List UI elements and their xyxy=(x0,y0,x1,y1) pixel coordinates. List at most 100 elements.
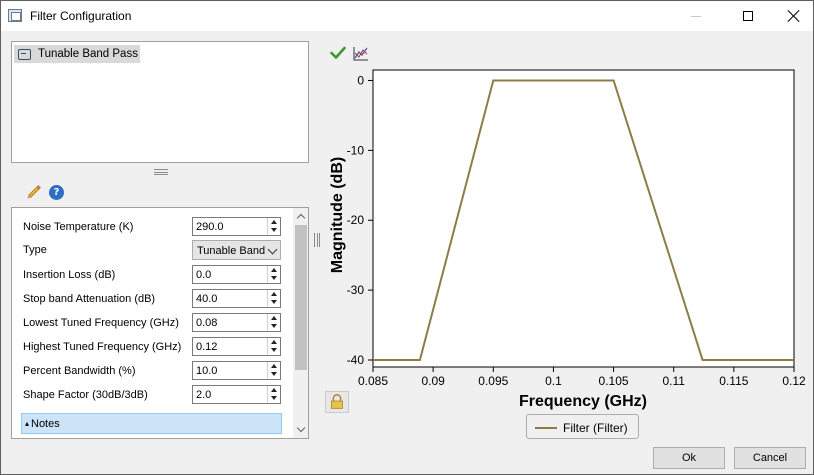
y-tick-label: -10 xyxy=(347,143,365,157)
x-tick-label: 0.085 xyxy=(358,374,388,388)
percent-bandwidth-spinbox[interactable]: 10.0 xyxy=(192,361,281,380)
close-icon xyxy=(787,9,801,23)
scroll-up-button[interactable] xyxy=(293,208,308,224)
property-label: Noise Temperature (K) xyxy=(23,221,134,233)
lowest-tuned-frequency-spinbox[interactable]: 0.08 xyxy=(192,313,281,332)
spin-down-button[interactable] xyxy=(268,274,280,282)
plot-area xyxy=(372,69,795,368)
properties-scrollbar[interactable] xyxy=(293,208,308,438)
filter-list-item-tunable-band-pass[interactable]: Tunable Band Pass xyxy=(14,45,140,63)
filter-list-item-label: Tunable Band Pass xyxy=(38,48,138,60)
shape-factor-spinbox[interactable]: 2.0 xyxy=(192,385,281,404)
spinbox-value: 40.0 xyxy=(196,293,218,305)
spinbox-arrows xyxy=(267,266,280,283)
property-label: Shape Factor (30dB/3dB) xyxy=(23,389,148,401)
minimize-button[interactable] xyxy=(673,1,719,31)
spinbox-arrows xyxy=(267,314,280,331)
property-row-stop-band-attenuation: Stop band Attenuation (dB) 40.0 xyxy=(12,289,294,309)
spin-down-button[interactable] xyxy=(268,226,280,234)
maximize-icon xyxy=(743,11,753,21)
vertical-splitter-handle[interactable] xyxy=(314,233,320,247)
insertion-loss-spinbox[interactable]: 0.0 xyxy=(192,265,281,284)
chart-settings-icon[interactable] xyxy=(352,45,370,62)
close-button[interactable] xyxy=(771,1,814,31)
arrow-down-icon xyxy=(271,372,277,376)
filter-configuration-dialog: Filter Configuration Tunable Band Pass ?… xyxy=(0,0,814,475)
property-row-shape-factor: Shape Factor (30dB/3dB) 2.0 xyxy=(12,385,294,405)
spin-up-button[interactable] xyxy=(268,386,280,394)
notes-section-toggle[interactable]: ▴ Notes xyxy=(21,413,282,434)
noise-temperature-spinbox[interactable]: 290.0 xyxy=(192,217,281,236)
spin-down-button[interactable] xyxy=(268,394,280,402)
combobox-value: Tunable Band Pass xyxy=(197,245,265,257)
chevron-down-icon xyxy=(296,423,306,433)
spin-down-button[interactable] xyxy=(268,346,280,354)
arrow-up-icon xyxy=(271,220,277,224)
arrow-up-icon xyxy=(271,340,277,344)
lock-axes-button[interactable] xyxy=(325,391,349,413)
spinbox-arrows xyxy=(267,290,280,307)
chevron-up-icon xyxy=(296,213,306,223)
cancel-button[interactable]: Cancel xyxy=(734,447,806,469)
y-tick-label: -20 xyxy=(347,213,365,227)
property-row-highest-tuned-frequency: Highest Tuned Frequency (GHz) 0.12 xyxy=(12,337,294,357)
type-combobox[interactable]: Tunable Band Pass xyxy=(192,240,281,260)
pencil-icon[interactable] xyxy=(26,184,42,200)
x-tick-label: 0.105 xyxy=(599,374,629,388)
y-tick-label: 0 xyxy=(357,73,364,87)
spin-down-button[interactable] xyxy=(268,322,280,330)
property-row-type: Type Tunable Band Pass xyxy=(12,240,294,260)
arrow-down-icon xyxy=(271,276,277,280)
spinbox-arrows xyxy=(267,338,280,355)
highest-tuned-frequency-spinbox[interactable]: 0.12 xyxy=(192,337,281,356)
notes-label: Notes xyxy=(31,418,60,430)
property-row-insertion-loss: Insertion Loss (dB) 0.0 xyxy=(12,265,294,285)
spin-down-button[interactable] xyxy=(268,298,280,306)
chevron-down-icon xyxy=(267,244,278,255)
property-row-lowest-tuned-frequency: Lowest Tuned Frequency (GHz) 0.08 xyxy=(12,313,294,333)
title-bar: Filter Configuration xyxy=(1,1,813,31)
ok-button[interactable]: Ok xyxy=(653,447,725,469)
y-tick-label: -30 xyxy=(347,283,365,297)
x-tick-label: 0.115 xyxy=(719,374,748,388)
filter-list[interactable]: Tunable Band Pass xyxy=(11,41,309,163)
horizontal-splitter-handle[interactable] xyxy=(154,169,168,175)
spinbox-value: 0.12 xyxy=(196,341,218,353)
checkmark-icon[interactable] xyxy=(330,46,346,60)
x-tick-label: 0.1 xyxy=(545,374,562,388)
arrow-up-icon xyxy=(271,268,277,272)
spin-up-button[interactable] xyxy=(268,266,280,274)
property-label: Type xyxy=(23,244,47,256)
x-tick-label: 0.12 xyxy=(782,374,806,388)
scrollbar-thumb[interactable] xyxy=(295,225,307,370)
lock-icon xyxy=(331,394,343,409)
stop-band-attenuation-spinbox[interactable]: 40.0 xyxy=(192,289,281,308)
spin-up-button[interactable] xyxy=(268,290,280,298)
arrow-up-icon xyxy=(271,388,277,392)
x-tick-label: 0.095 xyxy=(478,374,508,388)
spinbox-value: 10.0 xyxy=(196,365,218,377)
chart-legend: Filter (Filter) xyxy=(526,414,639,439)
expand-caret-icon: ▴ xyxy=(25,419,30,428)
scroll-down-button[interactable] xyxy=(293,422,308,438)
spin-up-button[interactable] xyxy=(268,314,280,322)
spin-up-button[interactable] xyxy=(268,338,280,346)
app-icon xyxy=(8,9,22,22)
x-axis-label: Frequency (GHz) xyxy=(519,393,647,410)
arrow-down-icon xyxy=(271,300,277,304)
spin-up-button[interactable] xyxy=(268,362,280,370)
properties-panel: Noise Temperature (K) 290.0 Type Tunable… xyxy=(11,207,309,439)
x-tick-label: 0.11 xyxy=(662,374,685,388)
arrow-down-icon xyxy=(271,324,277,328)
legend-swatch xyxy=(535,427,557,429)
spinbox-value: 0.08 xyxy=(196,317,218,329)
spin-down-button[interactable] xyxy=(268,370,280,378)
minimize-icon xyxy=(691,15,701,17)
help-icon[interactable]: ? xyxy=(49,185,64,200)
filter-icon xyxy=(18,48,31,60)
maximize-button[interactable] xyxy=(725,1,771,31)
spinbox-value: 2.0 xyxy=(196,389,212,401)
y-axis-label: Magnitude (dB) xyxy=(329,157,346,273)
spin-up-button[interactable] xyxy=(268,218,280,226)
magnitude-chart[interactable]: 0 -10 -20 -30 -40 0.085 0.09 0.095 0.1 0.105 0.11… xyxy=(321,65,807,415)
